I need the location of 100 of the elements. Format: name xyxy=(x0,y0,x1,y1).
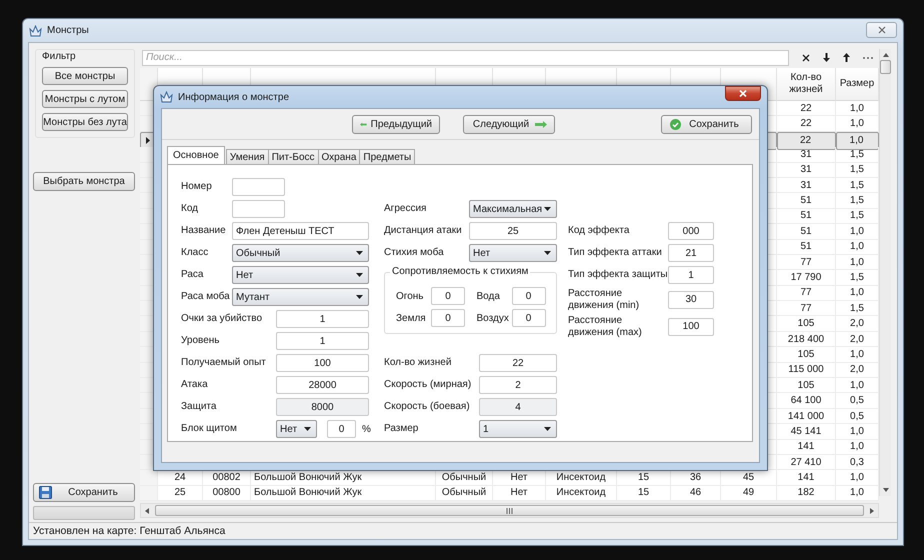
input-field[interactable]: 0 xyxy=(512,287,546,305)
save-button[interactable]: Сохранить xyxy=(661,114,752,134)
dropdown[interactable]: Максимальная xyxy=(469,200,557,218)
dropdown[interactable]: Мутант xyxy=(232,288,369,306)
input-field[interactable]: Флен Детеныш ТЕСТ xyxy=(232,222,369,240)
table-cell: 115 000 xyxy=(777,362,836,378)
arrow-down-icon[interactable] xyxy=(823,53,830,62)
input-field[interactable]: 1 xyxy=(276,332,369,350)
dropdown[interactable]: Нет xyxy=(276,420,317,438)
caret-icon xyxy=(544,251,551,255)
table-cell: 51 xyxy=(777,240,836,255)
scrollbar-thumb[interactable] xyxy=(155,505,864,516)
table-cell: 00800 xyxy=(203,486,251,502)
tab[interactable]: Охрана xyxy=(318,149,360,164)
field-label: Очки за убийство xyxy=(181,313,264,325)
save-button[interactable]: Сохранить xyxy=(33,483,135,502)
vertical-scrollbar[interactable] xyxy=(879,49,891,496)
table-cell: Нет xyxy=(493,486,546,502)
dialog-title: Информация о монстре xyxy=(178,92,290,102)
arrow-up-icon[interactable] xyxy=(843,53,850,62)
column-header[interactable]: Кол-во жизней xyxy=(777,68,836,101)
input-field[interactable] xyxy=(232,178,285,196)
unit-label: % xyxy=(362,424,371,434)
table-cell: 218 400 xyxy=(777,332,836,348)
next-button[interactable]: Следующий xyxy=(463,114,555,134)
close-button[interactable] xyxy=(866,22,897,38)
check-circle-icon xyxy=(670,118,681,130)
search-field[interactable]: Поиск... xyxy=(142,50,789,66)
field-label: Код xyxy=(181,203,200,215)
field-label: Класс xyxy=(181,247,210,259)
table-cell: 105 xyxy=(777,347,836,363)
field-label: Стихия моба xyxy=(384,247,445,259)
input-field[interactable]: 22 xyxy=(479,354,557,372)
input-field[interactable]: 28000 xyxy=(276,376,369,394)
filter-button[interactable]: Монстры без лута xyxy=(42,113,128,131)
field-label: Размер xyxy=(384,423,420,435)
dropdown[interactable]: 1 xyxy=(479,420,557,438)
table-cell: 46 xyxy=(671,486,721,502)
grip-icon xyxy=(506,508,513,514)
table-cell: 49 xyxy=(721,486,777,502)
field-label: Уровень xyxy=(181,335,221,347)
field-label: Номер xyxy=(181,181,213,193)
status-text: Установлен на карте: Генштаб Альянса xyxy=(33,525,226,537)
input-field[interactable]: 25 xyxy=(469,222,557,240)
caret-icon xyxy=(356,251,363,255)
table-cell: 141 000 xyxy=(777,408,836,424)
field-label: Код эффекта xyxy=(568,225,630,237)
field-label: Атака xyxy=(181,379,209,391)
horizontal-scrollbar[interactable] xyxy=(140,503,879,518)
input-field[interactable]: 0 xyxy=(431,287,465,305)
table-cell: Инсектоид xyxy=(546,486,617,502)
select-monster-button[interactable]: Выбрать монстра xyxy=(33,172,135,191)
field-label: Получаемый опыт xyxy=(181,357,267,369)
input-field[interactable] xyxy=(232,200,285,218)
field-label: Кол-во жизней xyxy=(384,357,452,369)
input-field[interactable]: 8000 xyxy=(276,398,369,416)
input-field[interactable]: 1 xyxy=(668,266,714,284)
tab[interactable]: Умения xyxy=(226,149,269,164)
input-field[interactable]: 0 xyxy=(327,420,356,438)
tab[interactable]: Основное xyxy=(167,146,225,164)
field-label: Защита xyxy=(181,401,218,413)
table-cell: 182 xyxy=(777,486,836,502)
arrow-up-icon xyxy=(882,53,888,57)
field-label: Агрессия xyxy=(384,203,428,215)
row-pointer-icon xyxy=(146,137,150,144)
table-cell: 51 xyxy=(777,224,836,240)
dropdown[interactable]: Нет xyxy=(232,266,369,284)
tab[interactable]: Пит-Босс xyxy=(268,149,319,164)
input-field[interactable]: 000 xyxy=(668,222,714,240)
input-field[interactable]: 100 xyxy=(276,354,369,372)
column-header[interactable]: Размер xyxy=(836,68,879,101)
caret-icon xyxy=(356,273,363,277)
input-field[interactable]: 30 xyxy=(668,290,714,308)
table-cell: 51 xyxy=(777,208,836,224)
input-field[interactable]: 0 xyxy=(512,309,546,327)
tab[interactable]: Предметы xyxy=(359,149,416,164)
crown-icon xyxy=(160,91,173,103)
clear-icon[interactable] xyxy=(802,54,810,62)
previous-button[interactable]: Предыдущий xyxy=(352,114,440,134)
filter-button[interactable]: Все монстры xyxy=(42,67,128,85)
table-cell: Большой Вонючий Жук xyxy=(251,486,436,502)
field-label: Дистанция атаки xyxy=(384,225,463,237)
filter-button[interactable]: Монстры с лутом xyxy=(42,90,128,108)
dropdown[interactable]: Нет xyxy=(469,244,557,262)
scrollbar-thumb[interactable] xyxy=(880,60,891,74)
input-field[interactable]: 4 xyxy=(479,398,557,416)
arrow-right-icon xyxy=(870,508,874,514)
dropdown[interactable]: Обычный xyxy=(232,244,369,262)
caret-icon xyxy=(356,295,363,299)
field-label: Огонь xyxy=(396,290,424,302)
crown-icon xyxy=(29,24,42,36)
close-button[interactable] xyxy=(725,86,761,100)
input-field[interactable]: 100 xyxy=(668,318,714,336)
input-field[interactable]: 0 xyxy=(431,309,465,327)
table-cell: 22 xyxy=(777,101,836,116)
input-field[interactable]: 1 xyxy=(276,310,369,328)
close-icon xyxy=(878,26,886,34)
input-field[interactable]: 21 xyxy=(668,244,714,262)
field-label: Земля xyxy=(396,312,427,324)
input-field[interactable]: 2 xyxy=(479,376,557,394)
